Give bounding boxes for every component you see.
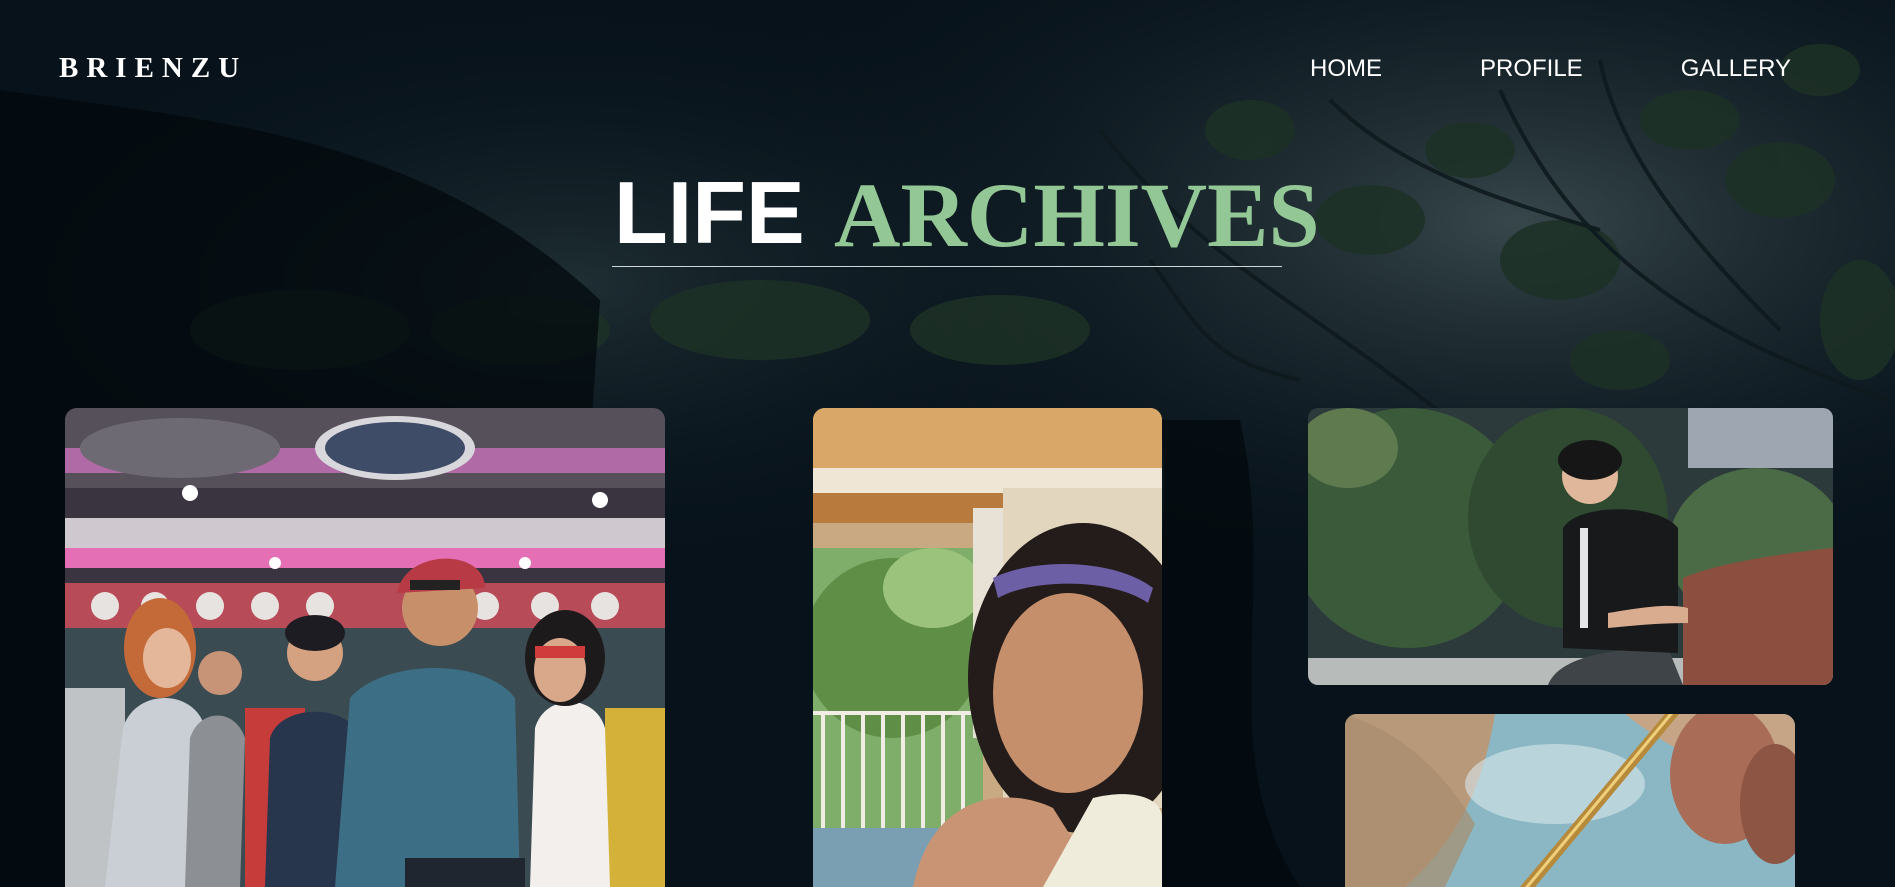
site-header: BRIENZU HOME PROFILE GALLERY: [0, 2, 1895, 137]
main-nav: HOME PROFILE GALLERY: [1310, 55, 1791, 83]
brand-logo[interactable]: BRIENZU: [59, 52, 247, 85]
gallery-photo-family[interactable]: [65, 408, 665, 887]
nav-profile-link[interactable]: PROFILE: [1480, 55, 1583, 83]
gallery-photo-man-sitting[interactable]: [1308, 408, 1833, 685]
nav-gallery-link[interactable]: GALLERY: [1681, 55, 1791, 83]
page: BRIENZU HOME PROFILE GALLERY LIFE ARCHIV…: [0, 0, 1895, 887]
gallery-photo-hand-pen[interactable]: [1345, 714, 1795, 887]
title-archives: ARCHIVES: [834, 164, 1320, 266]
nav-home-link[interactable]: HOME: [1310, 55, 1382, 83]
title-life: LIFE: [614, 163, 805, 262]
page-title: LIFE ARCHIVES: [612, 163, 1320, 267]
gallery-photo-girl-portrait[interactable]: [813, 408, 1162, 887]
